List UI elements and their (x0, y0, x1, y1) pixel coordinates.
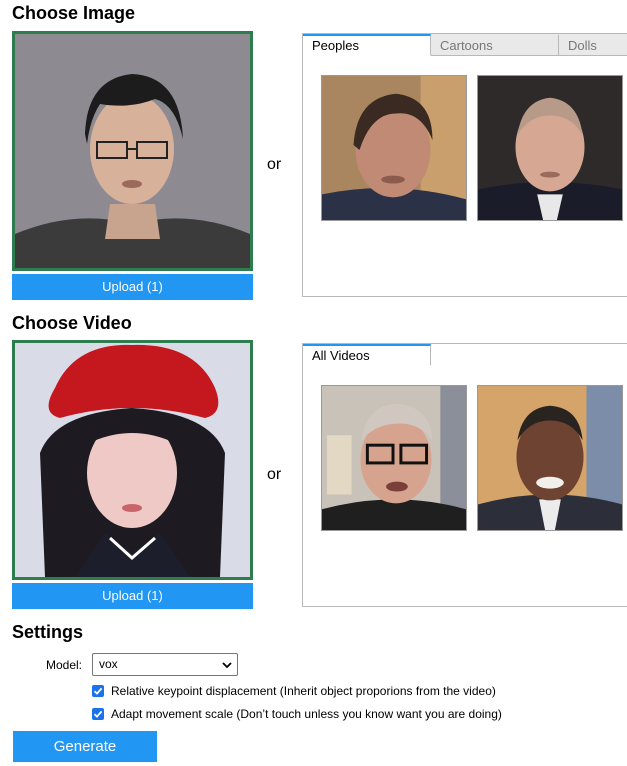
upload-image-button[interactable]: Upload (1) (12, 274, 253, 300)
tab-cartoons[interactable]: Cartoons (431, 34, 559, 56)
tab-dolls[interactable]: Dolls (559, 34, 627, 56)
checkmark-icon (93, 687, 103, 695)
choose-video-title: Choose Video (12, 313, 132, 333)
upload-video-button[interactable]: Upload (1) (12, 583, 253, 609)
model-select-value: vox (99, 657, 118, 671)
adapt-movement-scale-checkbox[interactable] (92, 708, 104, 720)
gallery-image-thumbnail[interactable] (321, 75, 467, 221)
choose-image-title: Choose Image (12, 3, 136, 23)
generate-button[interactable]: Generate (13, 731, 157, 762)
video-gallery-panel: All Videos (302, 343, 627, 607)
tab-all-videos[interactable]: All Videos (303, 344, 431, 366)
settings-title: Settings (12, 622, 84, 642)
tab-peoples[interactable]: Peoples (303, 34, 431, 56)
gallery-image-thumbnail[interactable] (477, 75, 623, 221)
or-label: or (267, 156, 282, 173)
image-gallery-panel: Peoples Cartoons Dolls (302, 33, 627, 297)
or-label: or (267, 466, 282, 483)
selected-driving-video (12, 340, 253, 580)
selected-source-image (12, 31, 253, 271)
chevron-down-icon (222, 662, 232, 669)
gallery-video-thumbnail[interactable] (477, 385, 623, 531)
model-select[interactable]: vox (92, 653, 238, 676)
checkmark-icon (93, 710, 103, 718)
adapt-movement-scale-label: Adapt movement scale (Don’t touch unless… (111, 707, 502, 721)
gallery-video-thumbnail[interactable] (321, 385, 467, 531)
relative-keypoint-checkbox[interactable] (92, 685, 104, 697)
relative-keypoint-label: Relative keypoint displacement (Inherit … (111, 684, 496, 698)
model-label: Model: (46, 658, 83, 672)
